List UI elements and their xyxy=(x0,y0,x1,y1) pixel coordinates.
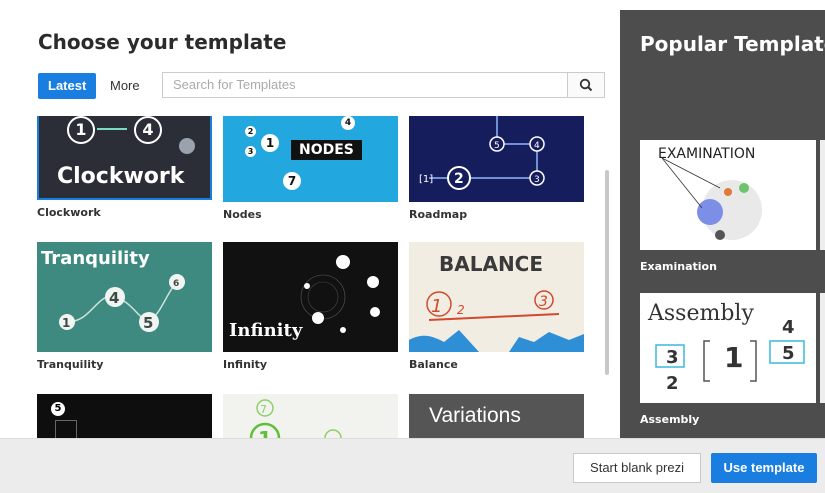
template-card-nodes[interactable]: 1 2 3 4 7 NODES Nodes xyxy=(223,116,398,221)
template-label: Tranquility xyxy=(37,358,104,371)
assembly-blocks: 3 1 5 4 2 xyxy=(655,317,805,394)
search-input[interactable]: Search for Templates xyxy=(162,72,567,98)
svg-text:7: 7 xyxy=(260,403,267,416)
svg-text:3: 3 xyxy=(539,294,548,310)
next-card-edge xyxy=(820,140,825,250)
paths-lines: 7 1 xyxy=(249,399,342,438)
template-thumbnail: 2 5 4 3 [1] xyxy=(409,116,584,202)
next-card-edge xyxy=(820,293,825,403)
template-label: Clockwork xyxy=(37,206,101,219)
template-label: Balance xyxy=(409,358,458,371)
template-thumbnail: Assembly 3 1 5 4 2 xyxy=(640,293,816,403)
template-grid: 1 4 Clockwork Clockwork 1 2 3 4 7 NODES … xyxy=(0,116,620,438)
page-title: Choose your template xyxy=(38,30,287,54)
node-3-icon: 3 xyxy=(245,146,256,157)
step-5-icon: 5 xyxy=(51,402,65,416)
template-card-balance[interactable]: BALANCE 1 2 3 Balance xyxy=(409,242,584,371)
template-thumbnail: Infinity xyxy=(223,242,398,352)
template-card-paths[interactable]: 7 1 xyxy=(223,394,398,438)
template-thumbnail: 1 2 3 4 7 NODES xyxy=(223,116,398,202)
popular-label: Assembly xyxy=(640,413,700,426)
svg-text:3: 3 xyxy=(666,347,679,368)
template-card-tranquility[interactable]: Tranquility 1 4 5 6 Tranquility xyxy=(37,242,212,371)
footer-bar: Start blank prezi Use template xyxy=(0,438,825,493)
template-label: Roadmap xyxy=(409,208,468,221)
tab-more[interactable]: More xyxy=(100,73,150,99)
search-icon xyxy=(579,78,593,92)
svg-text:6: 6 xyxy=(173,279,179,289)
template-thumbnail: 7 1 xyxy=(223,394,398,438)
svg-text:2: 2 xyxy=(457,303,465,317)
step-4-icon: 4 xyxy=(134,116,162,144)
template-card-roadmap[interactable]: 2 5 4 3 [1] Roadmap xyxy=(409,116,584,221)
thumb-title: Clockwork xyxy=(57,164,185,189)
start-blank-button[interactable]: Start blank prezi xyxy=(573,453,701,483)
template-thumbnail: Tranquility 1 4 5 6 xyxy=(37,242,212,352)
template-card-variations[interactable]: Variations xyxy=(409,394,584,438)
template-card-building[interactable]: 5 xyxy=(37,394,212,438)
template-thumbnail: BALANCE 1 2 3 xyxy=(409,242,584,352)
template-label: Infinity xyxy=(223,358,268,371)
template-card-clockwork[interactable]: 1 4 Clockwork Clockwork xyxy=(37,116,212,219)
popular-label: Examination xyxy=(640,260,717,273)
template-thumbnail: EXAMINATION xyxy=(640,140,816,250)
svg-text:1: 1 xyxy=(431,296,442,317)
popular-templates-panel: Popular Templates EXAMINATION Examinatio… xyxy=(620,10,825,438)
template-thumbnail: 1 4 Clockwork xyxy=(37,116,212,200)
svg-text:5: 5 xyxy=(143,314,153,332)
popular-card-assembly[interactable]: Assembly 3 1 5 4 2 Assembly xyxy=(640,293,816,426)
svg-text:1: 1 xyxy=(724,341,743,374)
svg-text:4: 4 xyxy=(534,141,540,151)
thumb-title: Infinity xyxy=(229,320,303,341)
roadmap-lines: 2 5 4 3 [1] xyxy=(419,116,545,190)
template-thumbnail: 5 xyxy=(37,394,212,438)
tab-latest[interactable]: Latest xyxy=(38,73,96,99)
template-card-infinity[interactable]: Infinity Infinity xyxy=(223,242,398,371)
svg-text:5: 5 xyxy=(782,343,795,364)
template-thumbnail: Variations xyxy=(409,394,584,438)
template-chooser: Choose your template Latest More Search … xyxy=(0,0,620,438)
svg-text:4: 4 xyxy=(782,317,795,338)
building-shape xyxy=(55,420,77,438)
step-1-icon: 1 xyxy=(67,116,95,144)
grid-scrollbar[interactable] xyxy=(605,170,609,375)
template-label: Nodes xyxy=(223,208,262,221)
search-button[interactable] xyxy=(567,72,605,98)
svg-text:3: 3 xyxy=(534,175,540,185)
balance-scale: 1 2 3 xyxy=(409,290,584,352)
svg-text:2: 2 xyxy=(454,171,464,187)
node-1-icon: 1 xyxy=(261,134,279,152)
node-4-icon: 4 xyxy=(341,116,355,130)
svg-text:2: 2 xyxy=(666,373,679,394)
svg-text:1: 1 xyxy=(62,316,70,330)
popular-title: Popular Templates xyxy=(640,32,825,56)
examination-diagram xyxy=(661,157,762,240)
svg-text:5: 5 xyxy=(494,141,500,151)
svg-text:[1]: [1] xyxy=(419,174,433,185)
connector-line xyxy=(97,128,127,130)
gear-dot xyxy=(179,138,195,154)
svg-text:4: 4 xyxy=(109,289,119,307)
popular-card-examination[interactable]: EXAMINATION Examination xyxy=(640,140,816,273)
node-7-icon: 7 xyxy=(283,172,301,190)
use-template-button[interactable]: Use template xyxy=(711,453,817,483)
tranquility-path: 1 4 5 6 xyxy=(59,274,185,332)
thumb-title: Variations xyxy=(429,404,521,427)
thumb-title: NODES xyxy=(291,140,362,160)
node-2-icon: 2 xyxy=(245,126,256,137)
svg-text:1: 1 xyxy=(258,427,272,438)
